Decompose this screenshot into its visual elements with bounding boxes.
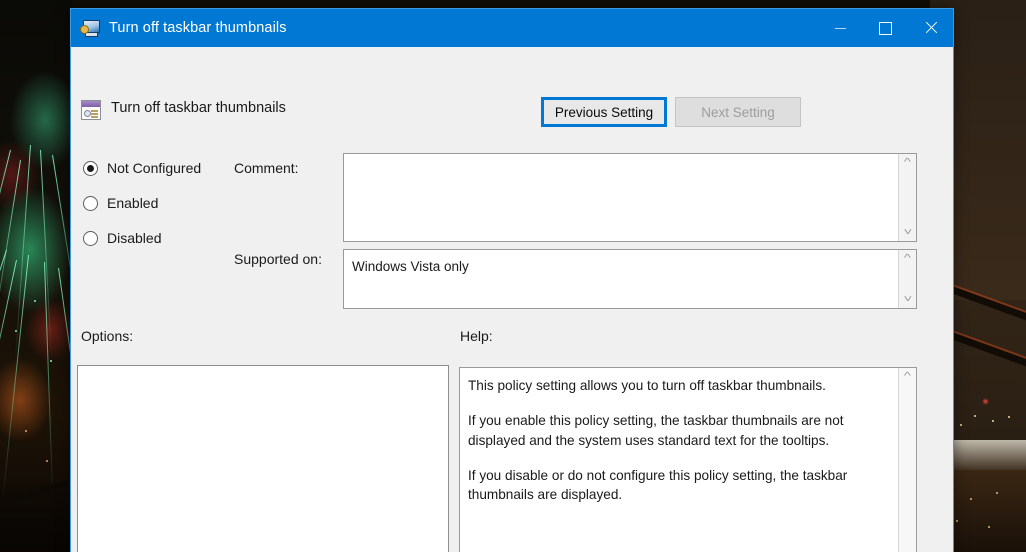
help-paragraph: If you enable this policy setting, the t… — [468, 413, 844, 448]
radio-disabled[interactable]: Disabled — [83, 230, 161, 246]
supported-on-value: Windows Vista only — [352, 259, 469, 274]
help-text: This policy setting allows you to turn o… — [460, 368, 898, 552]
previous-setting-button[interactable]: Previous Setting — [541, 97, 667, 127]
radio-indicator — [83, 160, 98, 176]
scroll-down-icon[interactable]: ˅ — [899, 224, 916, 241]
radio-label-enabled: Enabled — [107, 195, 159, 211]
title-bar[interactable]: Turn off taskbar thumbnails — [71, 9, 953, 47]
maximize-icon — [879, 21, 892, 35]
close-button[interactable] — [908, 9, 953, 47]
scroll-down-icon[interactable]: ˅ — [899, 291, 916, 308]
minimize-button[interactable] — [818, 9, 863, 47]
close-icon — [924, 21, 938, 35]
minimize-icon — [835, 27, 846, 29]
radio-label-not-configured: Not Configured — [107, 160, 202, 176]
supported-on-label: Supported on: — [234, 251, 322, 267]
supported-on-scrollbar[interactable]: ^ ˅ — [898, 250, 916, 308]
comment-label: Comment: — [234, 160, 299, 176]
policy-setting-dialog: Turn off taskbar thumbnails Turn off tas… — [70, 8, 954, 552]
radio-enabled[interactable]: Enabled — [83, 195, 158, 211]
options-label: Options: — [81, 328, 134, 344]
radio-indicator — [83, 195, 98, 211]
help-paragraph: This policy setting allows you to turn o… — [468, 378, 826, 393]
window-controls — [818, 9, 953, 47]
help-label: Help: — [460, 328, 493, 344]
setting-name: Turn off taskbar thumbnails — [111, 100, 286, 116]
help-scrollbar[interactable]: ^ — [898, 368, 916, 552]
desktop: Turn off taskbar thumbnails Turn off tas… — [0, 0, 1026, 552]
comment-textarea[interactable]: ^ ˅ — [343, 153, 917, 242]
scroll-up-icon[interactable]: ^ — [899, 250, 916, 267]
options-panel[interactable] — [77, 365, 449, 552]
options-panel-value — [78, 366, 448, 374]
radio-label-disabled: Disabled — [107, 230, 162, 246]
monitor-policy-icon — [80, 19, 100, 37]
comment-scrollbar[interactable]: ^ ˅ — [898, 154, 916, 241]
scroll-up-icon[interactable]: ^ — [899, 368, 916, 385]
help-panel[interactable]: This policy setting allows you to turn o… — [459, 367, 917, 552]
next-setting-button[interactable]: Next Setting — [675, 97, 801, 127]
radio-indicator — [83, 230, 98, 246]
wallpaper-fireworks — [0, 0, 91, 552]
window-title: Turn off taskbar thumbnails — [109, 20, 287, 36]
help-paragraph: If you disable or do not configure this … — [468, 467, 848, 503]
comment-value[interactable] — [344, 154, 898, 241]
maximize-button[interactable] — [863, 9, 908, 47]
supported-on-textarea[interactable]: Windows Vista only ^ ˅ — [343, 249, 917, 309]
scroll-up-icon[interactable]: ^ — [899, 154, 916, 171]
policy-setting-icon — [81, 100, 101, 120]
radio-not-configured[interactable]: Not Configured — [83, 160, 201, 176]
dialog-body: Turn off taskbar thumbnails Previous Set… — [71, 47, 953, 552]
